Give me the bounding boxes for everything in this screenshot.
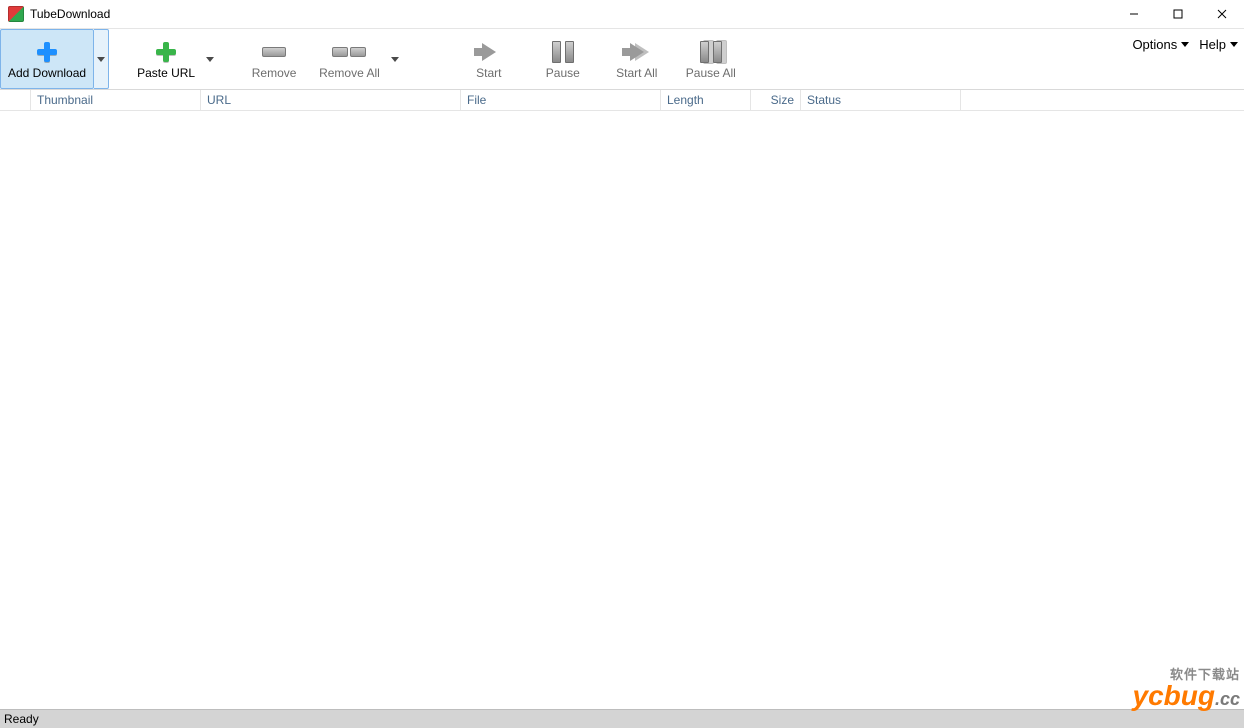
paste-url-dropdown[interactable] xyxy=(203,29,217,89)
add-download-dropdown[interactable] xyxy=(94,29,109,89)
start-button[interactable]: Start xyxy=(452,29,526,89)
remove-button[interactable]: Remove xyxy=(237,29,311,89)
help-menu[interactable]: Help xyxy=(1199,37,1238,52)
maximize-button[interactable] xyxy=(1156,0,1200,28)
plus-blue-icon xyxy=(33,40,61,64)
remove-label: Remove xyxy=(252,66,297,80)
app-icon xyxy=(8,6,24,22)
pause-all-button[interactable]: Pause All xyxy=(674,29,748,89)
close-icon xyxy=(1217,9,1227,19)
add-download-split: Add Download xyxy=(0,29,109,89)
arrow-right-icon xyxy=(475,40,503,64)
remove-all-split: Remove All xyxy=(311,29,402,89)
titlebar: TubeDownload xyxy=(0,0,1244,29)
paste-url-button[interactable]: Paste URL xyxy=(129,29,203,89)
close-button[interactable] xyxy=(1200,0,1244,28)
column-extra[interactable] xyxy=(960,90,1244,110)
add-download-label: Add Download xyxy=(8,66,86,80)
column-length[interactable]: Length xyxy=(660,90,750,110)
app-window: TubeDownload Add Download Paste URL xyxy=(0,0,1244,728)
pause-icon xyxy=(549,40,577,64)
column-file[interactable]: File xyxy=(460,90,660,110)
remove-all-dropdown[interactable] xyxy=(388,29,402,89)
pause-label: Pause xyxy=(546,66,580,80)
menu-right: Options Help xyxy=(1132,37,1238,52)
window-title: TubeDownload xyxy=(30,7,110,21)
status-text: Ready xyxy=(4,712,39,726)
column-status[interactable]: Status xyxy=(800,90,960,110)
paste-url-label: Paste URL xyxy=(137,66,195,80)
options-label: Options xyxy=(1132,37,1177,52)
paste-url-split: Paste URL xyxy=(129,29,217,89)
pause-button[interactable]: Pause xyxy=(526,29,600,89)
help-label: Help xyxy=(1199,37,1226,52)
plus-green-icon xyxy=(152,40,180,64)
chevron-down-icon xyxy=(1230,42,1238,47)
column-thumbnail[interactable]: Thumbnail xyxy=(30,90,200,110)
remove-all-label: Remove All xyxy=(319,66,380,80)
options-menu[interactable]: Options xyxy=(1132,37,1189,52)
minus-icon xyxy=(260,40,288,64)
chevron-down-icon xyxy=(97,57,105,62)
chevron-down-icon xyxy=(206,57,214,62)
column-spacer[interactable] xyxy=(0,90,30,110)
maximize-icon xyxy=(1173,9,1183,19)
statusbar: Ready xyxy=(0,709,1244,728)
start-label: Start xyxy=(476,66,501,80)
chevron-down-icon xyxy=(391,57,399,62)
start-all-label: Start All xyxy=(616,66,657,80)
remove-all-button[interactable]: Remove All xyxy=(311,29,388,89)
minimize-button[interactable] xyxy=(1112,0,1156,28)
double-arrow-icon xyxy=(623,40,651,64)
column-headers: Thumbnail URL File Length Size Status xyxy=(0,90,1244,111)
column-url[interactable]: URL xyxy=(200,90,460,110)
toolbar: Add Download Paste URL Remove Remove All xyxy=(0,29,1244,90)
chevron-down-icon xyxy=(1181,42,1189,47)
download-list[interactable] xyxy=(0,111,1244,709)
column-size[interactable]: Size xyxy=(750,90,800,110)
minimize-icon xyxy=(1129,9,1139,19)
pause-all-icon xyxy=(697,40,725,64)
pause-all-label: Pause All xyxy=(686,66,736,80)
double-minus-icon xyxy=(335,40,363,64)
start-all-button[interactable]: Start All xyxy=(600,29,674,89)
add-download-button[interactable]: Add Download xyxy=(0,29,94,89)
